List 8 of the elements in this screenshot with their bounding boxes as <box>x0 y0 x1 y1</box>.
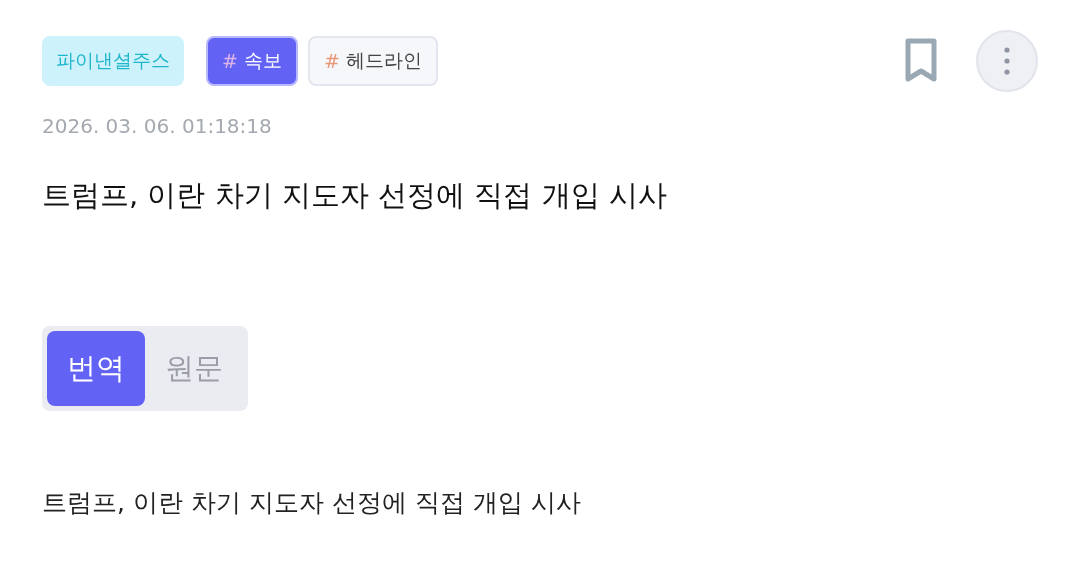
body-text: 트럼프, 이란 차기 지도자 선정에 직접 개입 시사 <box>42 487 582 519</box>
tag[interactable]: # 헤드라인 <box>307 36 438 86</box>
more-icon <box>1004 46 1010 76</box>
timestamp: 2026. 03. 06. 01:18:18 <box>42 114 273 138</box>
toggle-tab[interactable]: 번역 <box>47 331 145 406</box>
bookmark-icon[interactable] <box>904 37 938 85</box>
headline: 트럼프, 이란 차기 지도자 선정에 직접 개입 시사 <box>42 177 668 214</box>
tag[interactable]: # 속보 <box>206 36 298 86</box>
